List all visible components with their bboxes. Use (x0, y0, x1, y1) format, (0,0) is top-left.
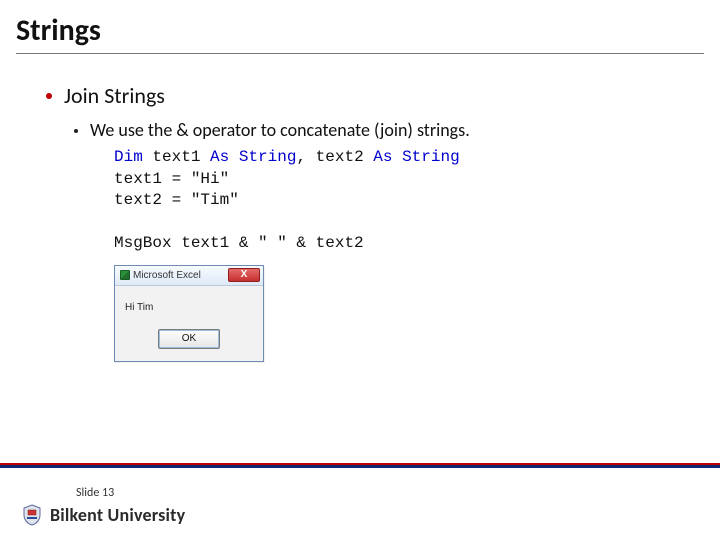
code-keyword: As String (210, 148, 296, 166)
dialog-body: Hi Tim (115, 286, 263, 319)
list-item-label: We use the & operator to concatenate (jo… (90, 119, 470, 141)
dialog-titlebar: Microsoft Excel X (115, 266, 263, 286)
list-item: Join Strings (46, 82, 690, 109)
slide: Strings Join Strings We use the & operat… (0, 0, 720, 540)
code-text: text2 = "Tim" (114, 191, 239, 209)
slide-number: Slide 13 (76, 486, 704, 500)
slide-footer: Slide 13 Bilkent University (0, 478, 720, 540)
ok-button[interactable]: OK (158, 329, 220, 349)
bullet-icon (46, 93, 52, 99)
crest-icon (22, 504, 42, 526)
ok-button-label: OK (182, 333, 196, 344)
page-title: Strings (16, 6, 704, 54)
slide-content: Join Strings We use the & operator to co… (0, 54, 720, 362)
code-text: text1 = "Hi" (114, 170, 229, 188)
code-text: text1 (143, 148, 210, 166)
code-block: Dim text1 As String, text2 As String tex… (114, 147, 690, 255)
close-icon: X (241, 270, 248, 280)
dialog-actions: OK (115, 319, 263, 361)
dialog-message: Hi Tim (125, 302, 255, 313)
code-keyword: As String (373, 148, 459, 166)
slide-header: Strings (0, 0, 720, 54)
excel-icon (120, 270, 130, 280)
dialog-screenshot: Microsoft Excel X Hi Tim OK (114, 265, 690, 362)
bullet-icon (74, 129, 78, 133)
university-name: Bilkent University (50, 504, 185, 526)
list-item: We use the & operator to concatenate (jo… (74, 119, 690, 141)
dialog-title: Microsoft Excel (120, 270, 201, 281)
dialog-title-text: Microsoft Excel (133, 270, 201, 281)
university-logo: Bilkent University (22, 504, 704, 526)
footer-divider (0, 463, 720, 468)
list-item-label: Join Strings (64, 82, 165, 109)
code-text: , text2 (296, 148, 373, 166)
code-text: MsgBox text1 & " " & text2 (114, 234, 364, 252)
code-keyword: Dim (114, 148, 143, 166)
close-button[interactable]: X (228, 268, 260, 282)
message-box: Microsoft Excel X Hi Tim OK (114, 265, 264, 362)
